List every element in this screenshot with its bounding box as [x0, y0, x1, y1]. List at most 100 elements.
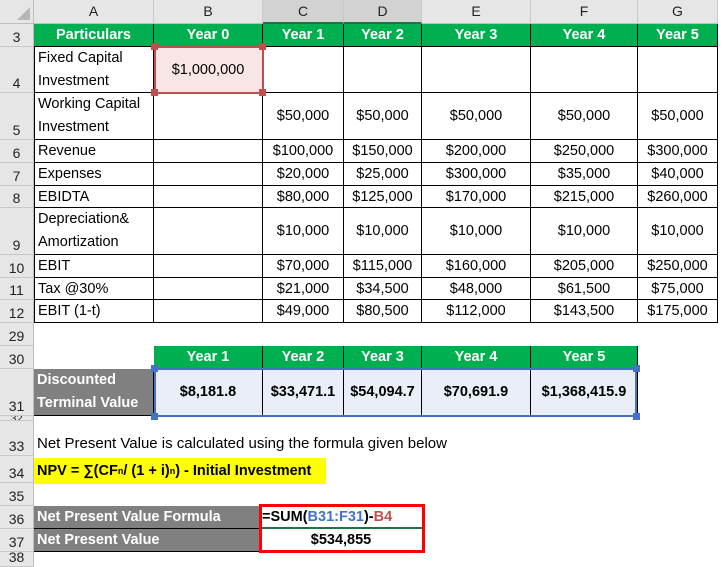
row-header-34[interactable]: 34 — [0, 456, 34, 483]
table1-cell[interactable]: $143,500 — [531, 300, 638, 323]
column-header-c[interactable]: C — [263, 0, 344, 24]
table1-cell[interactable] — [154, 93, 263, 140]
table1-cell[interactable] — [344, 47, 422, 93]
table1-cell[interactable]: $300,000 — [638, 140, 718, 163]
table1-cell[interactable]: $125,000 — [344, 186, 422, 208]
column-header-d[interactable]: D — [344, 0, 422, 24]
table1-cell[interactable]: $300,000 — [422, 163, 531, 186]
table1-cell[interactable] — [422, 47, 531, 93]
table1-cell[interactable]: $205,000 — [531, 255, 638, 278]
table1-cell[interactable]: $115,000 — [344, 255, 422, 278]
table1-row-label[interactable]: Fixed Capital Investment — [34, 47, 154, 93]
selection-handle[interactable] — [151, 43, 158, 50]
table1-cell[interactable]: $215,000 — [531, 186, 638, 208]
table1-row-label[interactable]: EBIDTA — [34, 186, 154, 208]
table1-cell[interactable]: $80,500 — [344, 300, 422, 323]
selection-handle[interactable] — [259, 89, 266, 96]
table1-cell[interactable]: $100,000 — [263, 140, 344, 163]
row-header-5[interactable]: 5 — [0, 93, 34, 140]
row-header-30[interactable]: 30 — [0, 346, 34, 369]
table1-row-label[interactable]: Tax @30% — [34, 278, 154, 300]
table1-cell[interactable]: $34,500 — [344, 278, 422, 300]
row-header-31[interactable]: 31 — [0, 369, 34, 416]
table1-row-label[interactable]: Expenses — [34, 163, 154, 186]
row-header-6[interactable]: 6 — [0, 140, 34, 163]
table1-cell[interactable]: $112,000 — [422, 300, 531, 323]
table1-cell[interactable]: $35,000 — [531, 163, 638, 186]
table1-cell[interactable]: $150,000 — [344, 140, 422, 163]
selected-range-b31-f31-border — [154, 368, 637, 417]
table1-cell[interactable] — [154, 186, 263, 208]
table1-cell[interactable]: $21,000 — [263, 278, 344, 300]
row-header-11[interactable]: 11 — [0, 278, 34, 300]
table1-cell[interactable] — [154, 278, 263, 300]
row-header-36[interactable]: 36 — [0, 506, 34, 529]
table1-cell[interactable]: $49,000 — [263, 300, 344, 323]
row-header-10[interactable]: 10 — [0, 255, 34, 278]
table1-cell[interactable]: $250,000 — [531, 140, 638, 163]
table1-cell[interactable]: $40,000 — [638, 163, 718, 186]
table1-cell[interactable] — [154, 208, 263, 255]
selection-handle[interactable] — [151, 413, 158, 420]
table1-cell[interactable]: $250,000 — [638, 255, 718, 278]
table1-cell[interactable]: $10,000 — [344, 208, 422, 255]
row-header-33[interactable]: 33 — [0, 421, 34, 456]
selection-handle[interactable] — [151, 365, 158, 372]
table1-cell[interactable]: $170,000 — [422, 186, 531, 208]
table1-cell[interactable]: $50,000 — [344, 93, 422, 140]
table1-cell[interactable]: $50,000 — [638, 93, 718, 140]
table1-cell[interactable]: $10,000 — [422, 208, 531, 255]
table1-cell[interactable]: $175,000 — [638, 300, 718, 323]
row-header-29[interactable]: 29 — [0, 323, 34, 346]
column-header-g[interactable]: G — [638, 0, 718, 24]
table2-header-cell: Year 2 — [263, 346, 344, 369]
row-header-12[interactable]: 12 — [0, 300, 34, 323]
table1-cell[interactable]: $260,000 — [638, 186, 718, 208]
row-header-9[interactable]: 9 — [0, 208, 34, 255]
column-header-a[interactable]: A — [34, 0, 154, 24]
selection-handle[interactable] — [259, 43, 266, 50]
table1-cell[interactable]: $200,000 — [422, 140, 531, 163]
table1-cell[interactable]: $160,000 — [422, 255, 531, 278]
table1-cell[interactable] — [154, 255, 263, 278]
selection-handle[interactable] — [633, 413, 640, 420]
table1-cell[interactable]: $10,000 — [263, 208, 344, 255]
table1-cell[interactable]: $10,000 — [531, 208, 638, 255]
row-header-35[interactable]: 35 — [0, 483, 34, 506]
table1-cell[interactable] — [154, 163, 263, 186]
row-header-4[interactable]: 4 — [0, 47, 34, 93]
table1-cell[interactable] — [154, 140, 263, 163]
table1-header-cell: Year 3 — [422, 24, 531, 47]
table1-cell[interactable]: $50,000 — [422, 93, 531, 140]
table1-row-label[interactable]: Working Capital Investment — [34, 93, 154, 140]
table1-row-label[interactable]: EBIT — [34, 255, 154, 278]
table1-cell[interactable]: $10,000 — [638, 208, 718, 255]
select-all-corner[interactable] — [0, 0, 34, 24]
table1-cell[interactable]: $50,000 — [531, 93, 638, 140]
table1-cell[interactable]: $75,000 — [638, 278, 718, 300]
column-header-e[interactable]: E — [422, 0, 531, 24]
table1-cell[interactable]: $25,000 — [344, 163, 422, 186]
table1-row-label[interactable]: Depreciation& Amortization — [34, 208, 154, 255]
table1-cell[interactable] — [638, 47, 718, 93]
table1-cell[interactable]: $50,000 — [263, 93, 344, 140]
npv-description: Net Present Value is calculated using th… — [37, 435, 447, 452]
table1-cell[interactable]: $70,000 — [263, 255, 344, 278]
column-header-f[interactable]: F — [531, 0, 638, 24]
table1-row-label[interactable]: Revenue — [34, 140, 154, 163]
table1-cell[interactable] — [263, 47, 344, 93]
table1-cell[interactable] — [154, 300, 263, 323]
column-header-b[interactable]: B — [154, 0, 263, 24]
selection-handle[interactable] — [151, 89, 158, 96]
row-header-8[interactable]: 8 — [0, 186, 34, 208]
table1-cell[interactable] — [531, 47, 638, 93]
table1-cell[interactable]: $48,000 — [422, 278, 531, 300]
row-header-7[interactable]: 7 — [0, 163, 34, 186]
table1-cell[interactable]: $80,000 — [263, 186, 344, 208]
table1-cell[interactable]: $20,000 — [263, 163, 344, 186]
row-header-38[interactable]: 38 — [0, 549, 34, 567]
row-header-3[interactable]: 3 — [0, 24, 34, 47]
selection-handle[interactable] — [633, 365, 640, 372]
table1-row-label[interactable]: EBIT (1-t) — [34, 300, 154, 323]
table1-cell[interactable]: $61,500 — [531, 278, 638, 300]
